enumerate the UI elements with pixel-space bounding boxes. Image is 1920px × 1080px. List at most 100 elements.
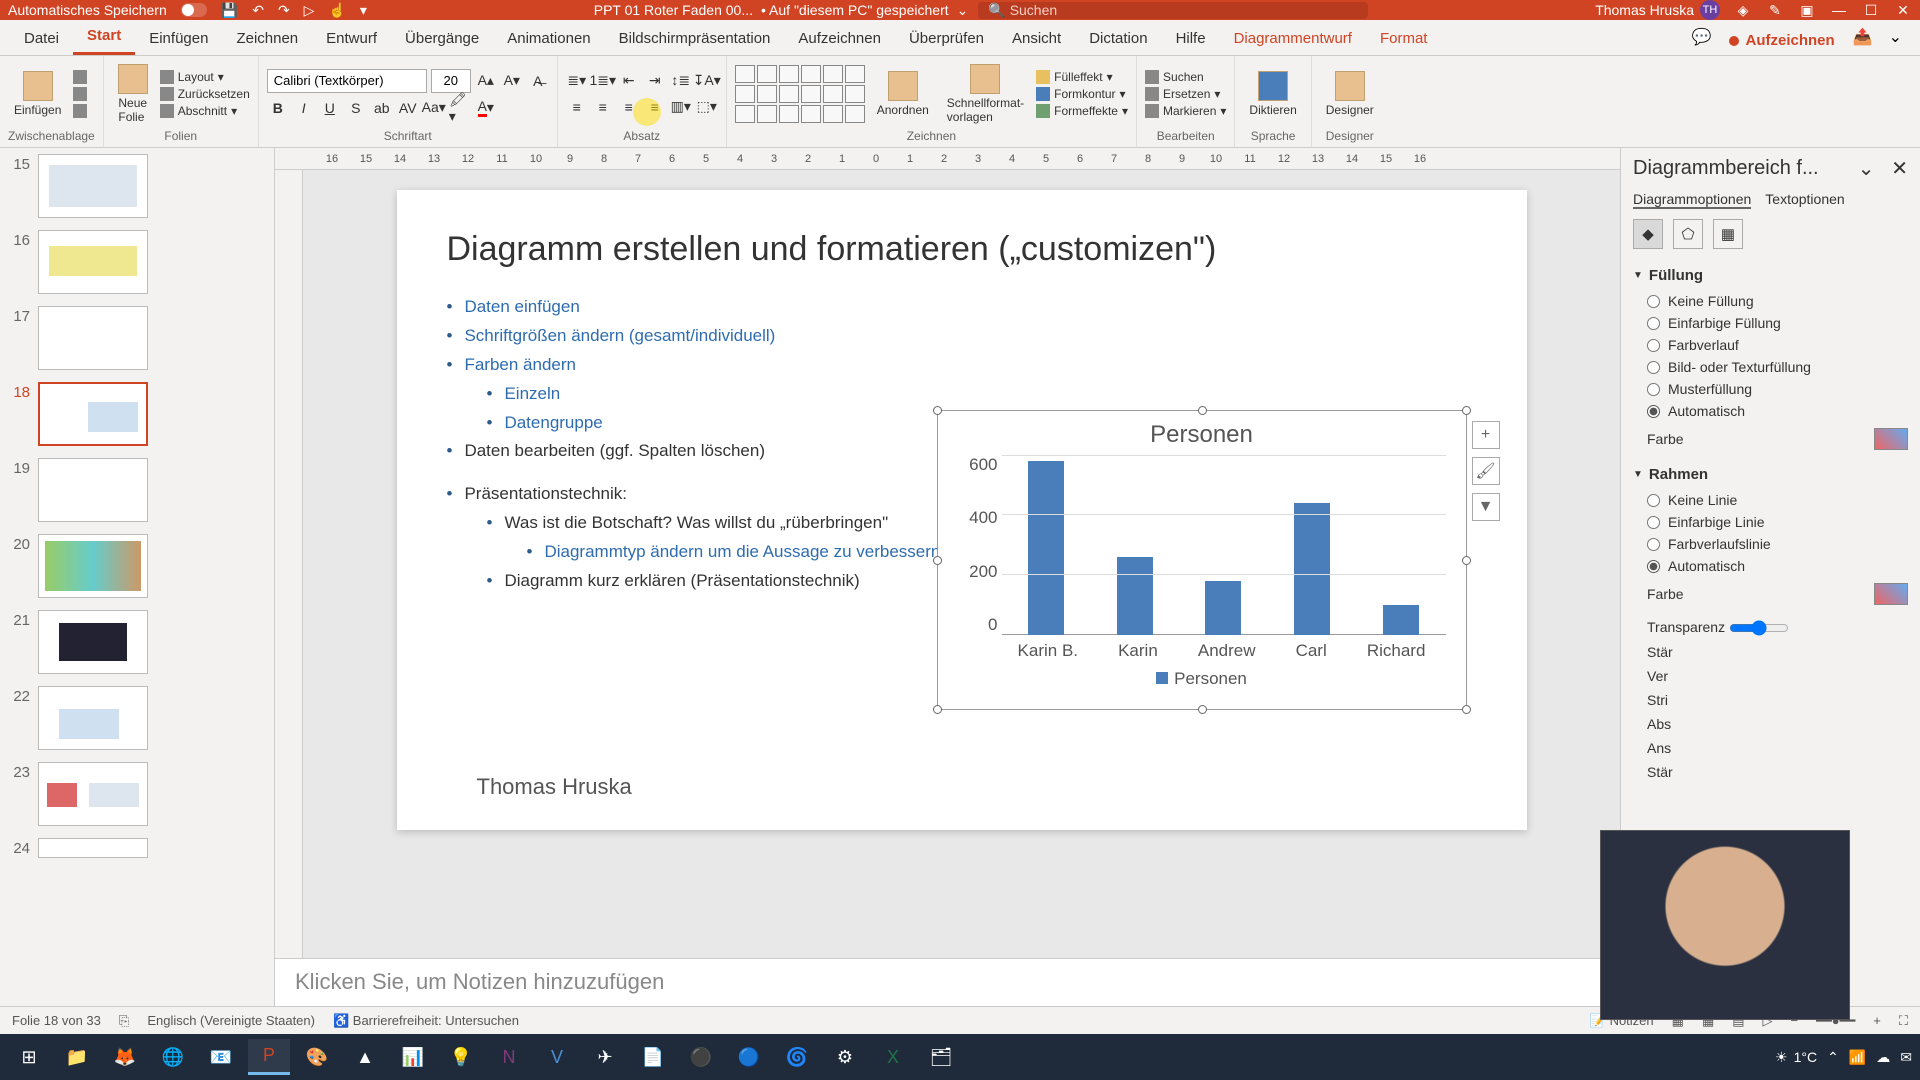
chart-title[interactable]: Personen (938, 411, 1466, 455)
radio-option[interactable]: Einfarbige Füllung (1647, 312, 1908, 334)
resize-handle[interactable] (1462, 406, 1471, 415)
pane-tab-chart-options[interactable]: Diagrammoptionen (1633, 191, 1751, 209)
slide[interactable]: Diagramm erstellen und formatieren („cus… (397, 190, 1527, 830)
tray-mail-icon[interactable]: ✉ (1900, 1049, 1912, 1066)
taskbar-app-icon[interactable]: 🌀 (776, 1039, 818, 1075)
tab-aufzeichnen[interactable]: Aufzeichnen (784, 22, 895, 55)
collapse-ribbon-icon[interactable]: ⌄ (1881, 19, 1910, 55)
minimize-icon[interactable]: — (1830, 2, 1848, 18)
resize-handle[interactable] (933, 406, 942, 415)
shape-ellipse-icon[interactable] (801, 65, 821, 83)
tab-entwurf[interactable]: Entwurf (312, 22, 391, 55)
redo-icon[interactable]: ↷ (278, 2, 290, 19)
touch-icon[interactable]: ☝ (328, 2, 345, 19)
numbering-button[interactable]: 1≣▾ (592, 70, 614, 92)
thumb-slide-24[interactable] (38, 838, 148, 858)
undo-icon[interactable]: ↶ (252, 2, 264, 19)
window-icon[interactable]: ▣ (1798, 2, 1816, 19)
shadow-button[interactable]: ab (371, 97, 393, 119)
indent-dec-button[interactable]: ⇤ (618, 70, 640, 92)
tab-start[interactable]: Start (73, 19, 135, 55)
start-button[interactable]: ⊞ (8, 1039, 50, 1075)
reset-button[interactable]: Zurücksetzen (160, 87, 250, 101)
thumb-slide-19[interactable] (38, 458, 148, 522)
pane-size-icon[interactable]: ▦ (1713, 219, 1743, 249)
highlight-button[interactable]: 🖍▾ (449, 97, 471, 119)
taskbar-app-icon[interactable]: 🎨 (296, 1039, 338, 1075)
shape-outline-button[interactable]: Formkontur ▾ (1036, 87, 1128, 101)
tray-cloud-icon[interactable]: ☁ (1876, 1049, 1890, 1066)
cut-button[interactable] (73, 70, 87, 84)
radio-option[interactable]: Automatisch (1647, 555, 1908, 577)
shapes-gallery[interactable] (735, 65, 865, 123)
dictate-button[interactable]: Diktieren (1243, 69, 1302, 119)
shape-rarrow-icon[interactable] (779, 85, 799, 103)
fit-icon[interactable]: ⛶ (1899, 1013, 1908, 1029)
resize-handle[interactable] (933, 705, 942, 714)
chart-bar[interactable] (1294, 503, 1330, 635)
bold-button[interactable]: B (267, 97, 289, 119)
radio-option[interactable]: Keine Füllung (1647, 290, 1908, 312)
shape-curve-icon[interactable] (757, 105, 777, 123)
zoom-in-icon[interactable]: + (1873, 1013, 1881, 1028)
language-status[interactable]: Englisch (Vereinigte Staaten) (147, 1013, 315, 1028)
bullets-button[interactable]: ≣▾ (566, 70, 588, 92)
transparency-slider[interactable] (1729, 620, 1789, 636)
chart-bar[interactable] (1205, 581, 1241, 635)
chart-elements-button[interactable]: + (1472, 421, 1500, 449)
pane-effects-icon[interactable]: ⬠ (1673, 219, 1703, 249)
tab-einfuegen[interactable]: Einfügen (135, 22, 222, 55)
search-input[interactable]: 🔍 Suchen (978, 2, 1368, 19)
tab-zeichnen[interactable]: Zeichnen (222, 22, 312, 55)
taskbar-telegram-icon[interactable]: ✈ (584, 1039, 626, 1075)
present-icon[interactable]: ▷ (304, 2, 315, 19)
shape-triangle-icon[interactable] (735, 85, 755, 103)
section-button[interactable]: Abschnitt ▾ (160, 104, 250, 118)
thumb-slide-22[interactable] (38, 686, 148, 750)
taskbar-app-icon[interactable]: V (536, 1039, 578, 1075)
align-justify-button[interactable]: ≡ (644, 96, 666, 118)
taskbar-powerpoint-icon[interactable]: P (248, 1039, 290, 1075)
fill-section-header[interactable]: Füllung (1633, 261, 1908, 290)
line-spacing-button[interactable]: ↕≣ (670, 70, 692, 92)
user-badge[interactable]: Thomas Hruska TH (1595, 0, 1720, 20)
chart-bar[interactable] (1028, 461, 1064, 635)
radio-option[interactable]: Einfarbige Linie (1647, 511, 1908, 533)
chart-bar[interactable] (1383, 605, 1419, 635)
case-button[interactable]: Aa▾ (423, 97, 445, 119)
fill-color-picker[interactable] (1874, 428, 1908, 450)
font-name-input[interactable]: Calibri (Textkörper) (267, 69, 427, 93)
comments-icon[interactable]: 💬 (1684, 19, 1720, 55)
tab-uebergaenge[interactable]: Übergänge (391, 22, 493, 55)
taskbar-obs-icon[interactable]: ⚫ (680, 1039, 722, 1075)
accessibility-status[interactable]: ♿ Barrierefreiheit: Untersuchen (333, 1013, 519, 1029)
canvas[interactable]: Diagramm erstellen und formatieren („cus… (303, 170, 1620, 958)
shape-diamond-icon[interactable] (757, 85, 777, 103)
tab-datei[interactable]: Datei (10, 22, 73, 55)
share-icon[interactable]: 📤 (1845, 19, 1881, 55)
find-button[interactable]: Suchen (1145, 70, 1226, 84)
resize-handle[interactable] (1198, 406, 1207, 415)
shape-arrow-icon[interactable] (757, 65, 777, 83)
pane-dropdown-icon[interactable]: ⌄ (1858, 158, 1875, 180)
format-painter-button[interactable] (73, 104, 87, 118)
taskbar-chrome-icon[interactable]: 🌐 (152, 1039, 194, 1075)
shape-effects-button[interactable]: Formeffekte ▾ (1036, 104, 1128, 118)
weather-widget[interactable]: ☀ 1°C (1775, 1049, 1817, 1066)
replace-button[interactable]: Ersetzen ▾ (1145, 87, 1226, 101)
shape-brace-icon[interactable] (801, 105, 821, 123)
pane-fill-line-icon[interactable]: ◆ (1633, 219, 1663, 249)
taskbar-outlook-icon[interactable]: 📧 (200, 1039, 242, 1075)
pen-icon[interactable]: ✎ (1766, 2, 1784, 19)
diamond-icon[interactable]: ◈ (1734, 2, 1752, 19)
pane-close-icon[interactable]: ✕ (1891, 158, 1908, 180)
taskbar-vlc-icon[interactable]: ▲ (344, 1039, 386, 1075)
underline-button[interactable]: U (319, 97, 341, 119)
chart-legend[interactable]: Personen (938, 669, 1466, 689)
taskbar-explorer-icon[interactable]: 📁 (56, 1039, 98, 1075)
shape-pentagon-icon[interactable] (801, 85, 821, 103)
arrange-button[interactable]: Anordnen (871, 69, 935, 119)
thumb-slide-20[interactable] (38, 534, 148, 598)
notes-pane[interactable]: Klicken Sie, um Notizen hinzuzufügen (275, 958, 1620, 1006)
tab-hilfe[interactable]: Hilfe (1162, 22, 1220, 55)
